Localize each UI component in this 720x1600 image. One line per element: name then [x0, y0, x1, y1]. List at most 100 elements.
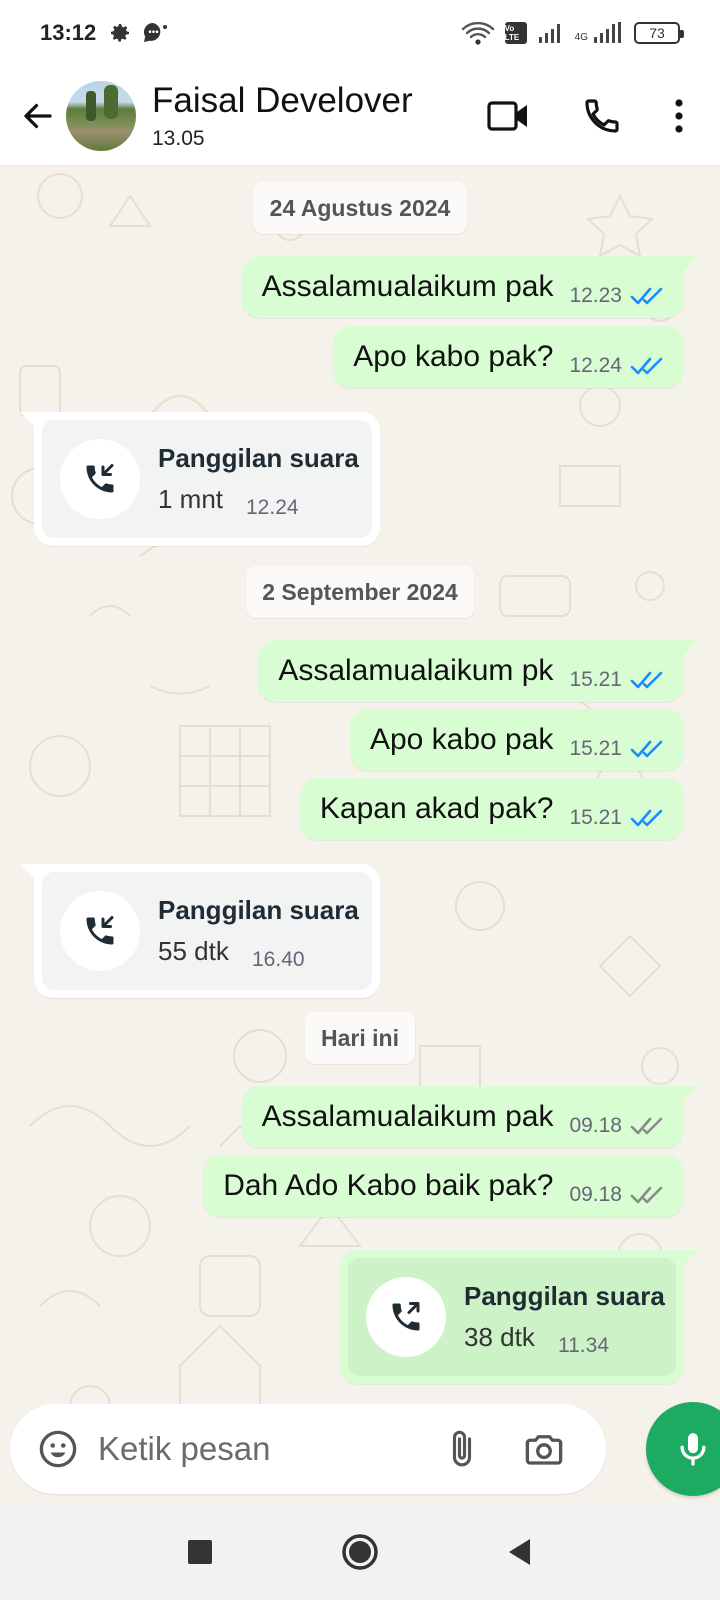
message-meta: 09.18: [569, 1183, 664, 1207]
wifi-icon: [461, 21, 494, 45]
date-separator: 24 Agustus 2024: [253, 182, 467, 234]
contact-info[interactable]: Faisal Develover 13.05: [152, 81, 413, 151]
message-meta: 15.21: [569, 668, 664, 692]
double-tick-read-icon: [630, 357, 663, 375]
message-time: 09.18: [569, 1183, 622, 1206]
message-meta: 12.23: [569, 284, 664, 308]
voice-call-card-inner: Panggilan suara 1 mnt 12.24: [42, 420, 372, 538]
incoming-call-icon: [86, 916, 114, 945]
status-bar: 13:12 Vo LTE 4G 73: [0, 0, 720, 66]
message-meta: 15.21: [569, 737, 664, 761]
contact-name: Faisal Develover: [152, 80, 413, 120]
voice-call-card[interactable]: Panggilan suara 55 dtk 16.40: [20, 864, 380, 998]
call-title: Panggilan suara: [158, 443, 359, 473]
date-separator: Hari ini: [305, 1012, 415, 1064]
incoming-call-icon: [86, 464, 114, 493]
chat-area[interactable]: 24 Agustus 2024 Assalamualaikum pak 12.2…: [0, 166, 720, 1500]
message-composer: [10, 1404, 606, 1494]
home-button[interactable]: [330, 1522, 390, 1582]
message-bubble[interactable]: Dah Ado Kabo baik pak? 09.18: [203, 1155, 684, 1217]
incoming-call-icon-wrap: [60, 891, 140, 971]
battery-level: 73: [649, 25, 665, 41]
message-bubble[interactable]: Assalamualaikum pak 09.18: [241, 1086, 699, 1148]
voice-call-card-inner: Panggilan suara 38 dtk 11.34: [348, 1258, 676, 1376]
message-meta: 15.21: [569, 806, 664, 830]
camera-button[interactable]: [514, 1419, 574, 1479]
contact-avatar[interactable]: [66, 80, 136, 151]
notification-bubble-icon: [144, 22, 168, 42]
call-title: Panggilan suara: [158, 895, 359, 925]
message-input[interactable]: [98, 1430, 428, 1468]
double-tick-delivered-icon: [630, 1186, 663, 1204]
status-time: 13:12: [40, 20, 97, 45]
message-bubble[interactable]: Assalamualaikum pk 15.21: [258, 640, 698, 702]
header-actions: [476, 84, 694, 148]
call-title: Panggilan suara: [464, 1281, 665, 1311]
square-icon: [188, 1540, 212, 1564]
message-bubble[interactable]: Apo kabo pak 15.21: [349, 709, 684, 771]
message-time: 15.21: [569, 806, 622, 829]
call-time: 16.40: [252, 948, 305, 971]
battery-icon: 73: [634, 22, 684, 44]
call-time: 11.34: [558, 1334, 609, 1357]
message-bubble[interactable]: Kapan akad pak? 15.21: [299, 778, 684, 840]
emoji-icon: [39, 1430, 77, 1468]
message-text: Kapan akad pak?: [319, 792, 554, 825]
back-nav-button[interactable]: [490, 1522, 550, 1582]
date-separator: 2 September 2024: [246, 566, 474, 618]
message-text: Assalamualaikum pak: [261, 1100, 554, 1133]
video-call-icon: [487, 100, 527, 131]
chat-header: Faisal Develover 13.05: [0, 66, 720, 166]
call-time: 12.24: [246, 496, 299, 519]
message-text: Apo kabo pak: [369, 723, 554, 756]
voice-call-card[interactable]: Panggilan suara 38 dtk 11.34: [340, 1250, 698, 1384]
phone-icon: [585, 98, 619, 133]
volte-icon: Vo LTE: [504, 22, 527, 44]
triangle-back-icon: [509, 1539, 530, 1565]
last-seen: 13.05: [152, 126, 205, 150]
recents-button[interactable]: [170, 1522, 230, 1582]
back-button[interactable]: [10, 88, 66, 144]
signal-1-icon: [538, 24, 560, 43]
emoji-button[interactable]: [28, 1419, 88, 1479]
outgoing-call-icon-wrap: [366, 1277, 446, 1357]
message-meta: 09.18: [569, 1114, 664, 1138]
message-text: Assalamualaikum pk: [278, 654, 554, 687]
double-tick-read-icon: [630, 671, 663, 689]
message-time: 15.21: [569, 737, 622, 760]
double-tick-read-icon: [630, 740, 663, 758]
attach-button[interactable]: [432, 1419, 492, 1479]
camera-icon: [525, 1435, 563, 1465]
double-tick-read-icon: [630, 809, 663, 827]
video-call-button[interactable]: [476, 84, 540, 148]
network-type-label: 4G: [574, 32, 588, 43]
double-tick-read-icon: [630, 287, 663, 305]
outgoing-call-icon: [392, 1302, 420, 1331]
status-left-icons: [108, 21, 168, 45]
message-time: 12.24: [569, 354, 622, 377]
voice-call-card-inner: Panggilan suara 55 dtk 16.40: [42, 872, 372, 990]
message-bubble[interactable]: Apo kabo pak? 12.24: [333, 326, 684, 388]
more-vertical-icon: [675, 98, 683, 133]
circle-home-icon: [342, 1534, 378, 1570]
message-time: 12.23: [569, 284, 622, 307]
status-right-icons: Vo LTE 4G 73: [461, 20, 684, 46]
signal-2-icon: [594, 22, 621, 43]
incoming-call-icon-wrap: [60, 439, 140, 519]
double-tick-delivered-icon: [630, 1117, 663, 1135]
microphone-icon: [680, 1433, 706, 1466]
arrow-left-icon: [24, 103, 52, 128]
voice-call-button[interactable]: [570, 84, 634, 148]
message-bubble[interactable]: Assalamualaikum pak 12.23: [241, 256, 699, 318]
system-nav-bar: [0, 1504, 720, 1600]
paperclip-icon: [452, 1430, 472, 1467]
voice-call-card[interactable]: Panggilan suara 1 mnt 12.24: [20, 412, 380, 546]
settings-gear-icon: [111, 24, 130, 42]
message-text: Assalamualaikum pak: [261, 270, 554, 303]
message-text: Apo kabo pak?: [353, 340, 554, 373]
message-time: 09.18: [569, 1114, 622, 1137]
message-text: Dah Ado Kabo baik pak?: [223, 1169, 554, 1202]
message-time: 15.21: [569, 668, 622, 691]
more-options-button[interactable]: [664, 84, 694, 148]
message-meta: 12.24: [569, 354, 664, 378]
